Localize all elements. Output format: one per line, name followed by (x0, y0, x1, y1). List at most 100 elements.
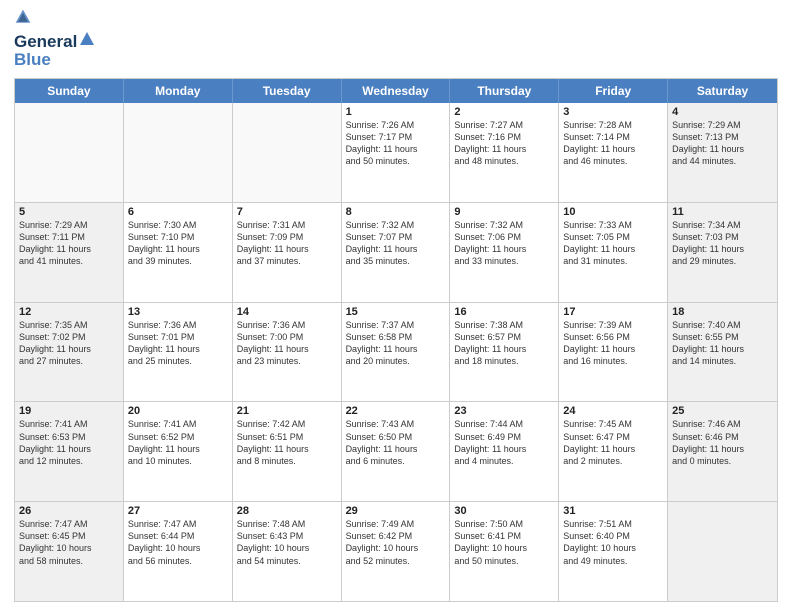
day-cell-22: 22Sunrise: 7:43 AM Sunset: 6:50 PM Dayli… (342, 402, 451, 501)
weekday-header-monday: Monday (124, 79, 233, 103)
day-number: 20 (128, 405, 228, 417)
day-number: 31 (563, 505, 663, 517)
empty-cell-0-1 (124, 103, 233, 202)
day-number: 7 (237, 206, 337, 218)
day-info: Sunrise: 7:32 AM Sunset: 7:07 PM Dayligh… (346, 219, 446, 268)
day-info: Sunrise: 7:43 AM Sunset: 6:50 PM Dayligh… (346, 418, 446, 467)
day-info: Sunrise: 7:29 AM Sunset: 7:13 PM Dayligh… (672, 119, 773, 168)
calendar-row-2: 12Sunrise: 7:35 AM Sunset: 7:02 PM Dayli… (15, 303, 777, 403)
day-number: 22 (346, 405, 446, 417)
weekday-header-friday: Friday (559, 79, 668, 103)
day-number: 26 (19, 505, 119, 517)
day-info: Sunrise: 7:47 AM Sunset: 6:44 PM Dayligh… (128, 518, 228, 567)
day-info: Sunrise: 7:50 AM Sunset: 6:41 PM Dayligh… (454, 518, 554, 567)
day-number: 5 (19, 206, 119, 218)
day-cell-15: 15Sunrise: 7:37 AM Sunset: 6:58 PM Dayli… (342, 303, 451, 402)
day-number: 30 (454, 505, 554, 517)
day-number: 25 (672, 405, 773, 417)
day-info: Sunrise: 7:26 AM Sunset: 7:17 PM Dayligh… (346, 119, 446, 168)
day-number: 11 (672, 206, 773, 218)
day-cell-26: 26Sunrise: 7:47 AM Sunset: 6:45 PM Dayli… (15, 502, 124, 601)
day-info: Sunrise: 7:31 AM Sunset: 7:09 PM Dayligh… (237, 219, 337, 268)
day-cell-1: 1Sunrise: 7:26 AM Sunset: 7:17 PM Daylig… (342, 103, 451, 202)
day-info: Sunrise: 7:29 AM Sunset: 7:11 PM Dayligh… (19, 219, 119, 268)
logo-icon (14, 8, 32, 26)
day-info: Sunrise: 7:40 AM Sunset: 6:55 PM Dayligh… (672, 319, 773, 368)
day-info: Sunrise: 7:49 AM Sunset: 6:42 PM Dayligh… (346, 518, 446, 567)
day-number: 4 (672, 106, 773, 118)
day-cell-28: 28Sunrise: 7:48 AM Sunset: 6:43 PM Dayli… (233, 502, 342, 601)
day-info: Sunrise: 7:35 AM Sunset: 7:02 PM Dayligh… (19, 319, 119, 368)
day-cell-7: 7Sunrise: 7:31 AM Sunset: 7:09 PM Daylig… (233, 203, 342, 302)
day-cell-9: 9Sunrise: 7:32 AM Sunset: 7:06 PM Daylig… (450, 203, 559, 302)
day-info: Sunrise: 7:37 AM Sunset: 6:58 PM Dayligh… (346, 319, 446, 368)
day-info: Sunrise: 7:42 AM Sunset: 6:51 PM Dayligh… (237, 418, 337, 467)
day-cell-31: 31Sunrise: 7:51 AM Sunset: 6:40 PM Dayli… (559, 502, 668, 601)
day-info: Sunrise: 7:33 AM Sunset: 7:05 PM Dayligh… (563, 219, 663, 268)
day-cell-20: 20Sunrise: 7:41 AM Sunset: 6:52 PM Dayli… (124, 402, 233, 501)
logo-blue: Blue (14, 50, 95, 70)
day-info: Sunrise: 7:28 AM Sunset: 7:14 PM Dayligh… (563, 119, 663, 168)
day-cell-6: 6Sunrise: 7:30 AM Sunset: 7:10 PM Daylig… (124, 203, 233, 302)
day-info: Sunrise: 7:30 AM Sunset: 7:10 PM Dayligh… (128, 219, 228, 268)
day-cell-25: 25Sunrise: 7:46 AM Sunset: 6:46 PM Dayli… (668, 402, 777, 501)
day-cell-18: 18Sunrise: 7:40 AM Sunset: 6:55 PM Dayli… (668, 303, 777, 402)
day-cell-30: 30Sunrise: 7:50 AM Sunset: 6:41 PM Dayli… (450, 502, 559, 601)
day-number: 23 (454, 405, 554, 417)
day-number: 17 (563, 306, 663, 318)
calendar-header: SundayMondayTuesdayWednesdayThursdayFrid… (15, 79, 777, 103)
day-number: 18 (672, 306, 773, 318)
calendar-row-1: 5Sunrise: 7:29 AM Sunset: 7:11 PM Daylig… (15, 203, 777, 303)
weekday-header-wednesday: Wednesday (342, 79, 451, 103)
day-number: 14 (237, 306, 337, 318)
header: General Blue (14, 10, 778, 70)
day-number: 27 (128, 505, 228, 517)
day-cell-23: 23Sunrise: 7:44 AM Sunset: 6:49 PM Dayli… (450, 402, 559, 501)
weekday-header-thursday: Thursday (450, 79, 559, 103)
calendar-row-4: 26Sunrise: 7:47 AM Sunset: 6:45 PM Dayli… (15, 502, 777, 601)
page: General Blue SundayMondayTuesdayWednesda… (0, 0, 792, 612)
day-cell-11: 11Sunrise: 7:34 AM Sunset: 7:03 PM Dayli… (668, 203, 777, 302)
day-number: 9 (454, 206, 554, 218)
day-info: Sunrise: 7:38 AM Sunset: 6:57 PM Dayligh… (454, 319, 554, 368)
day-cell-24: 24Sunrise: 7:45 AM Sunset: 6:47 PM Dayli… (559, 402, 668, 501)
day-cell-4: 4Sunrise: 7:29 AM Sunset: 7:13 PM Daylig… (668, 103, 777, 202)
day-info: Sunrise: 7:46 AM Sunset: 6:46 PM Dayligh… (672, 418, 773, 467)
day-cell-2: 2Sunrise: 7:27 AM Sunset: 7:16 PM Daylig… (450, 103, 559, 202)
day-number: 8 (346, 206, 446, 218)
day-number: 29 (346, 505, 446, 517)
logo-triangle (79, 31, 95, 47)
day-number: 15 (346, 306, 446, 318)
day-info: Sunrise: 7:36 AM Sunset: 7:01 PM Dayligh… (128, 319, 228, 368)
day-info: Sunrise: 7:41 AM Sunset: 6:52 PM Dayligh… (128, 418, 228, 467)
day-cell-12: 12Sunrise: 7:35 AM Sunset: 7:02 PM Dayli… (15, 303, 124, 402)
calendar-row-0: 1Sunrise: 7:26 AM Sunset: 7:17 PM Daylig… (15, 103, 777, 203)
logo: General Blue (14, 10, 95, 70)
day-info: Sunrise: 7:44 AM Sunset: 6:49 PM Dayligh… (454, 418, 554, 467)
day-cell-5: 5Sunrise: 7:29 AM Sunset: 7:11 PM Daylig… (15, 203, 124, 302)
day-number: 10 (563, 206, 663, 218)
calendar-row-3: 19Sunrise: 7:41 AM Sunset: 6:53 PM Dayli… (15, 402, 777, 502)
day-number: 3 (563, 106, 663, 118)
day-info: Sunrise: 7:47 AM Sunset: 6:45 PM Dayligh… (19, 518, 119, 567)
calendar: SundayMondayTuesdayWednesdayThursdayFrid… (14, 78, 778, 602)
day-number: 19 (19, 405, 119, 417)
day-cell-14: 14Sunrise: 7:36 AM Sunset: 7:00 PM Dayli… (233, 303, 342, 402)
day-number: 16 (454, 306, 554, 318)
weekday-header-saturday: Saturday (668, 79, 777, 103)
day-info: Sunrise: 7:34 AM Sunset: 7:03 PM Dayligh… (672, 219, 773, 268)
day-number: 28 (237, 505, 337, 517)
day-info: Sunrise: 7:27 AM Sunset: 7:16 PM Dayligh… (454, 119, 554, 168)
day-info: Sunrise: 7:48 AM Sunset: 6:43 PM Dayligh… (237, 518, 337, 567)
day-number: 6 (128, 206, 228, 218)
day-number: 21 (237, 405, 337, 417)
empty-cell-0-0 (15, 103, 124, 202)
calendar-body: 1Sunrise: 7:26 AM Sunset: 7:17 PM Daylig… (15, 103, 777, 601)
day-number: 24 (563, 405, 663, 417)
empty-cell-4-6 (668, 502, 777, 601)
day-cell-17: 17Sunrise: 7:39 AM Sunset: 6:56 PM Dayli… (559, 303, 668, 402)
day-cell-27: 27Sunrise: 7:47 AM Sunset: 6:44 PM Dayli… (124, 502, 233, 601)
day-info: Sunrise: 7:36 AM Sunset: 7:00 PM Dayligh… (237, 319, 337, 368)
weekday-header-tuesday: Tuesday (233, 79, 342, 103)
empty-cell-0-2 (233, 103, 342, 202)
